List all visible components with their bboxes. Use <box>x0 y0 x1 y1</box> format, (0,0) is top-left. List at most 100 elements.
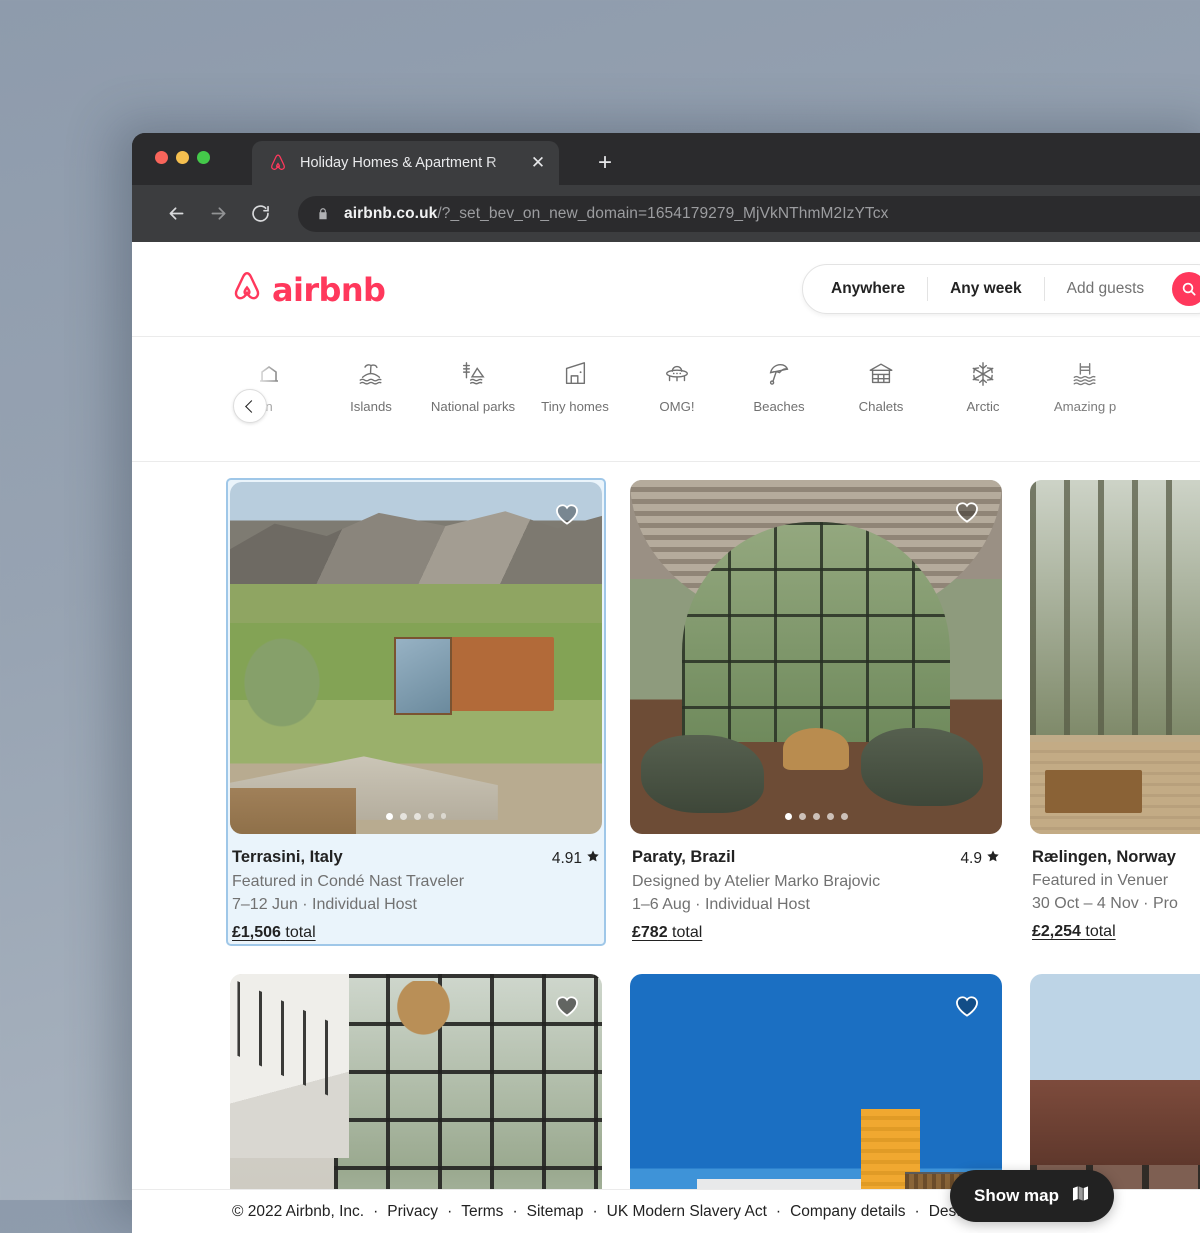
photo-carousel-dots[interactable] <box>630 813 1002 820</box>
airbnb-logo[interactable]: airbnb <box>230 270 386 309</box>
price-suffix: total <box>1085 923 1116 940</box>
footer-separator: · <box>373 1202 379 1220</box>
listing-card[interactable]: Paraty, Brazil 4.9 Designed by Atelier M… <box>630 480 1002 944</box>
photo-detail <box>230 511 602 585</box>
photo-detail <box>860 727 984 806</box>
listing-subtitle: Featured in Venuer <box>1032 872 1169 889</box>
photo-detail <box>641 734 764 813</box>
listing-price: £782 total <box>632 924 1000 942</box>
carousel-dot[interactable] <box>826 813 834 820</box>
search-icon[interactable] <box>1172 272 1200 306</box>
new-tab-button[interactable]: + <box>592 151 618 177</box>
forward-arrow-icon[interactable] <box>200 196 236 232</box>
listing-rating: 4.91 <box>552 848 600 868</box>
listing-header-row: Terrasini, Italy 4.91 <box>232 848 600 868</box>
carousel-dot[interactable] <box>812 813 820 820</box>
category-item-tiny-homes[interactable]: Tiny homes <box>524 359 626 414</box>
listing-photo[interactable] <box>1030 480 1200 834</box>
photo-detail <box>393 636 554 715</box>
category-item-chalets[interactable]: Chalets <box>830 359 932 414</box>
category-item-arctic[interactable]: Arctic <box>932 359 1034 414</box>
maximize-window-button[interactable] <box>197 151 210 164</box>
footer-separator: · <box>447 1202 453 1220</box>
address-bar[interactable]: airbnb.co.uk/?_set_bev_on_new_domain=165… <box>298 195 1200 232</box>
listing-photo[interactable] <box>230 482 602 834</box>
listing-title: Rælingen, Norway <box>1032 848 1176 866</box>
airbnb-mark-icon <box>230 270 264 309</box>
category-label: OMG! <box>659 399 695 414</box>
photo-detail <box>1044 770 1142 813</box>
browser-tab[interactable]: Holiday Homes & Apartment R ✕ <box>252 141 559 185</box>
search-guests-segment[interactable]: Add guests <box>1045 280 1167 298</box>
close-icon[interactable]: ✕ <box>527 152 549 174</box>
browser-tab-title: Holiday Homes & Apartment R <box>300 155 497 171</box>
show-map-button[interactable]: Show map <box>950 1170 1115 1222</box>
heart-outline-icon[interactable] <box>552 500 582 528</box>
photo-carousel-dots[interactable] <box>1030 813 1200 820</box>
minimize-window-button[interactable] <box>176 151 189 164</box>
snowflake-icon <box>969 359 997 389</box>
show-map-label: Show map <box>974 1186 1060 1205</box>
carousel-dot[interactable] <box>400 813 407 820</box>
carousel-dot[interactable] <box>798 813 806 820</box>
carousel-dot[interactable] <box>840 813 848 820</box>
listing-photo[interactable] <box>630 480 1002 834</box>
heart-outline-icon[interactable] <box>952 498 982 526</box>
close-window-button[interactable] <box>155 151 168 164</box>
category-label: Amazing p <box>1053 399 1117 414</box>
url-path: /?_set_bev_on_new_domain=1654179279_MjVk… <box>437 204 889 222</box>
search-location-segment[interactable]: Anywhere <box>803 280 927 298</box>
url-host: airbnb.co.uk <box>344 204 438 222</box>
pool-icon <box>1071 359 1099 389</box>
back-arrow-icon[interactable] <box>158 196 194 232</box>
page-viewport: airbnb Anywhere Any week Add guests Isla… <box>132 242 1200 1233</box>
carousel-dot[interactable] <box>386 813 393 820</box>
photo-carousel-dots[interactable] <box>230 813 602 820</box>
reload-icon[interactable] <box>242 196 278 232</box>
category-label: Arctic <box>966 399 1000 414</box>
carousel-dot[interactable] <box>428 813 434 819</box>
category-prev-button[interactable] <box>233 389 267 423</box>
lock-icon <box>316 207 330 221</box>
category-item-beaches[interactable]: Beaches <box>728 359 830 414</box>
listing-card[interactable]: Terrasini, Italy 4.91 Featured in Condé … <box>226 478 606 946</box>
carousel-dot[interactable] <box>440 813 446 819</box>
search-bar[interactable]: Anywhere Any week Add guests <box>802 264 1200 314</box>
browser-window: Holiday Homes & Apartment R ✕ + airbnb.c… <box>132 133 1200 1233</box>
listing-info: Rælingen, Norway Featured in Venuer 30 O… <box>1030 834 1200 941</box>
rating-value: 4.91 <box>551 849 582 867</box>
star-icon <box>986 849 1000 868</box>
search-dates-segment[interactable]: Any week <box>928 280 1044 298</box>
price-amount: £2,254 <box>1032 923 1081 940</box>
island-icon <box>357 359 385 389</box>
listing-dates: 30 Oct – 4 Nov · Pro <box>1032 895 1178 912</box>
footer-link-sitemap[interactable]: Sitemap <box>527 1203 584 1221</box>
category-item-amazing-pools[interactable]: Amazing p <box>1034 359 1136 414</box>
footer-link-privacy[interactable]: Privacy <box>387 1203 438 1221</box>
browser-toolbar: airbnb.co.uk/?_set_bev_on_new_domain=165… <box>132 185 1200 242</box>
carousel-dot[interactable] <box>414 813 421 820</box>
footer-copyright: © 2022 Airbnb, Inc. <box>232 1202 365 1220</box>
category-item-islands[interactable]: Islands <box>320 359 422 414</box>
footer-link-uk-modern-slavery-act[interactable]: UK Modern Slavery Act <box>607 1203 767 1221</box>
window-traffic-lights <box>155 151 210 164</box>
photo-detail <box>1030 480 1200 735</box>
carousel-dot[interactable] <box>784 813 792 820</box>
category-item-omg[interactable]: OMG! <box>626 359 728 414</box>
category-item-national-parks[interactable]: National parks <box>422 359 524 414</box>
airbnb-wordmark: airbnb <box>272 270 386 309</box>
footer-link-company-details[interactable]: Company details <box>790 1203 905 1221</box>
footer-link-terms[interactable]: Terms <box>461 1203 503 1221</box>
listing-info: Paraty, Brazil 4.9 Designed by Atelier M… <box>630 834 1002 942</box>
listing-dates: 1–6 Aug · Individual Host <box>632 896 810 913</box>
chalet-icon <box>867 359 895 389</box>
price-amount: £782 <box>632 924 668 941</box>
listing-subtitle: Featured in Condé Nast Traveler <box>232 873 465 890</box>
heart-outline-icon[interactable] <box>952 992 982 1020</box>
heart-filled-icon[interactable] <box>552 992 582 1020</box>
listing-card[interactable]: Rælingen, Norway Featured in Venuer 30 O… <box>1030 480 1200 944</box>
category-label: Chalets <box>858 399 904 414</box>
category-scroller[interactable]: n Islands <box>218 359 1136 414</box>
listing-price: £1,506 total <box>232 924 600 942</box>
tiny-home-icon <box>561 359 589 389</box>
